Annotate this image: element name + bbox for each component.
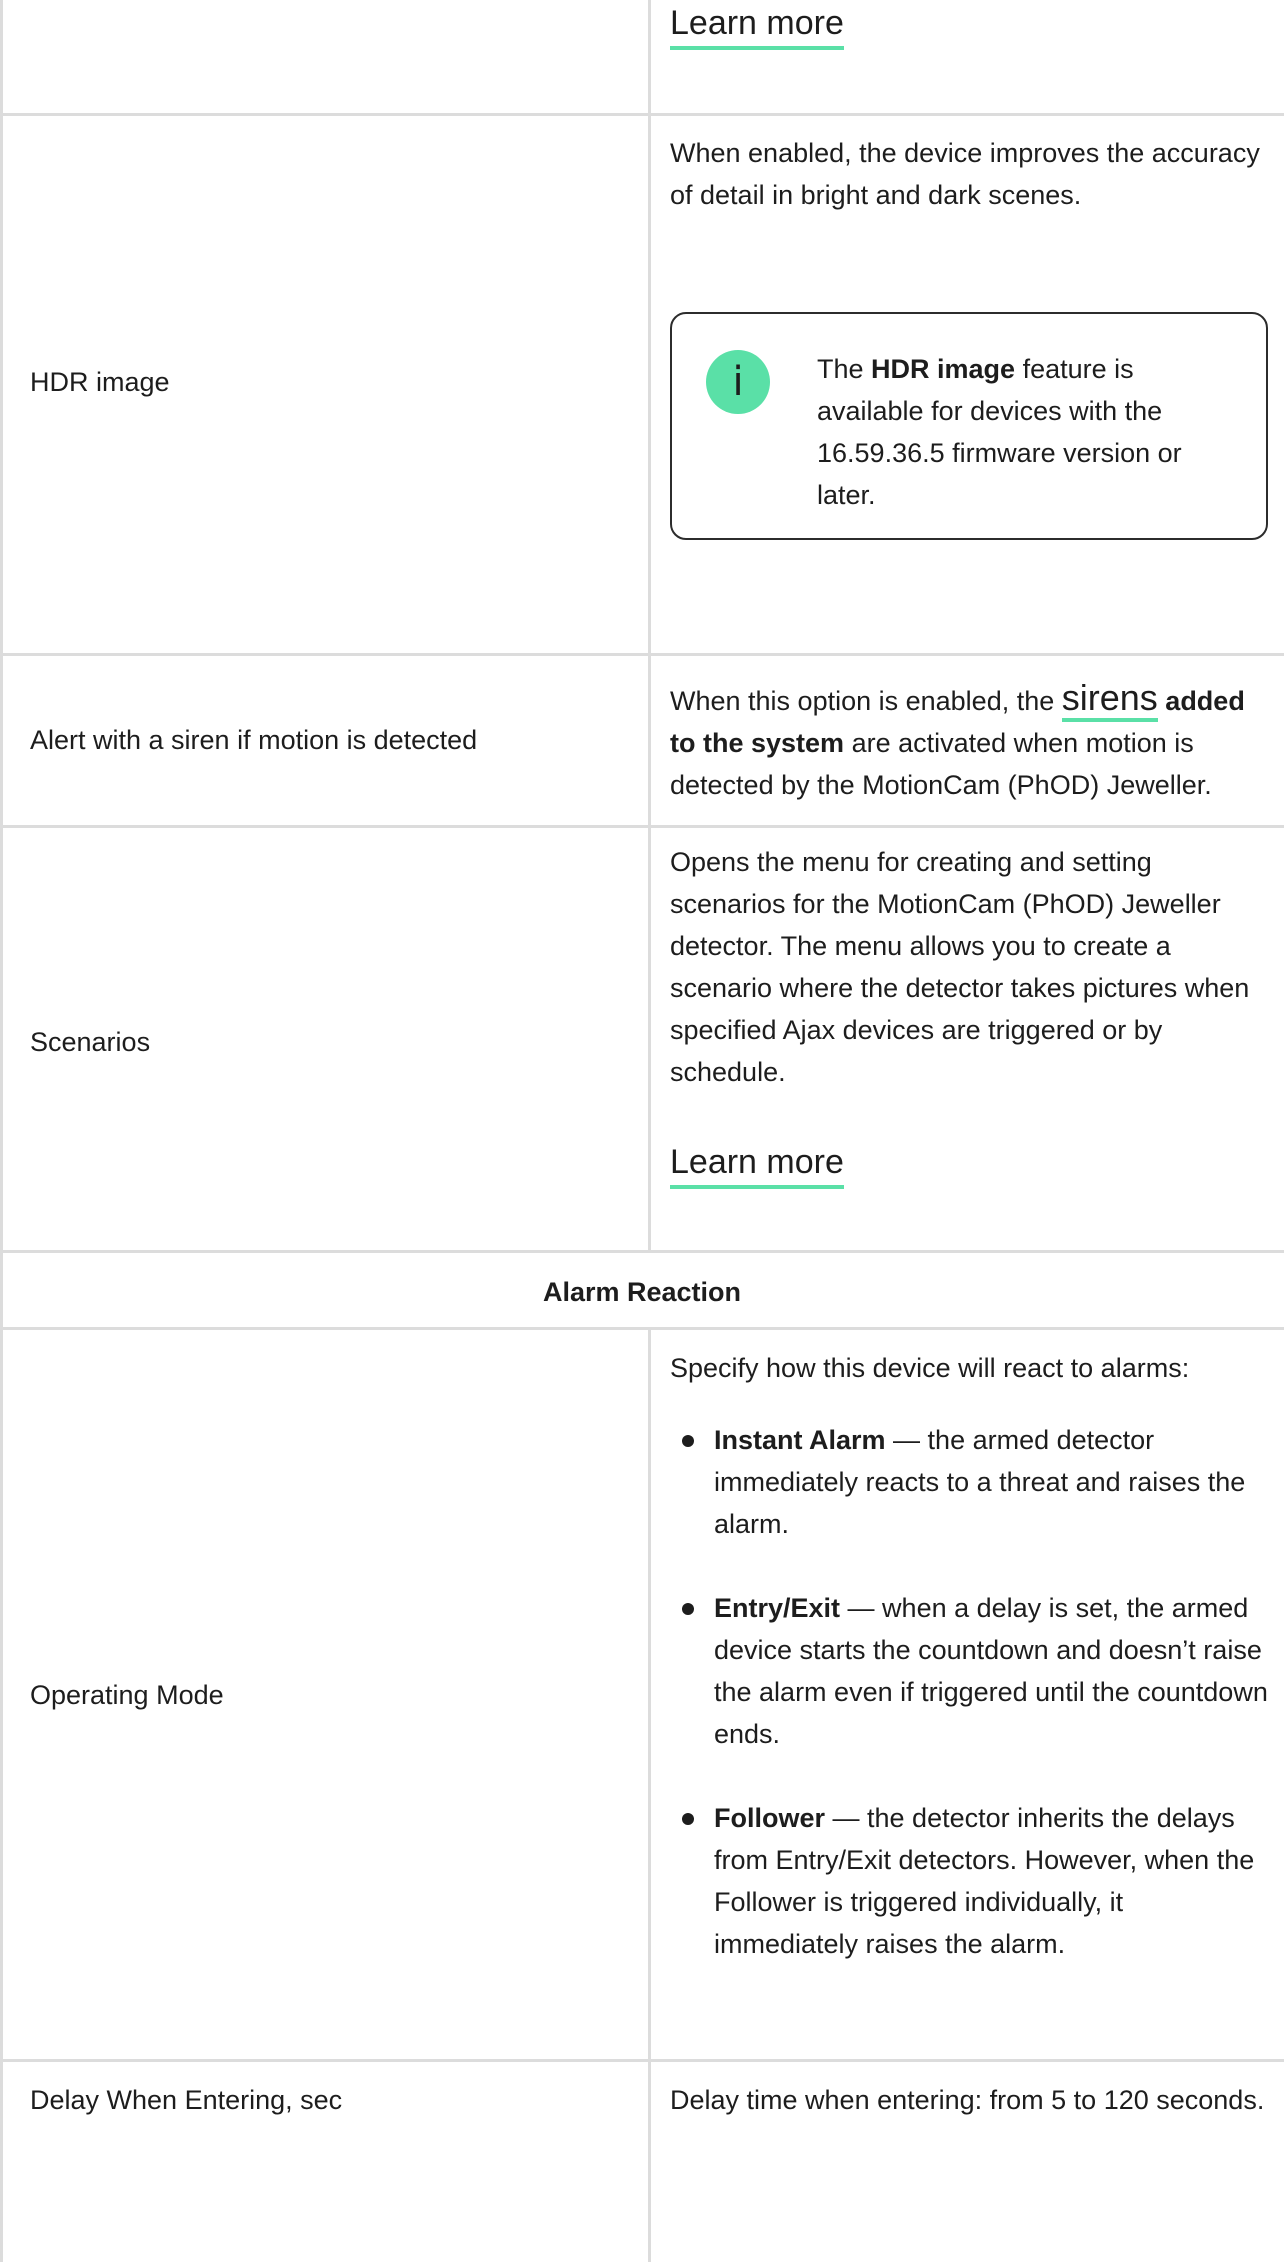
learn-more-link[interactable]: Learn more — [670, 1141, 844, 1189]
info-icon: i — [706, 350, 770, 414]
sirens-link[interactable]: sirens — [1061, 677, 1158, 722]
setting-label: Alert with a siren if motion is detected — [30, 725, 478, 755]
table-row-hdr-image: HDR image When enabled, the device impro… — [0, 116, 1284, 656]
setting-description: Delay time when entering: from 5 to 120 … — [670, 2085, 1265, 2115]
table-row-delay-entering: Delay When Entering, sec Delay time when… — [0, 2062, 1284, 2262]
list-item: Instant Alarm — the armed detector immed… — [670, 1419, 1270, 1545]
list-item: Follower — the detector inherits the del… — [670, 1797, 1270, 1965]
setting-description: When this option is enabled, the sirens … — [670, 677, 1245, 800]
setting-description: Specify how this device will react to al… — [670, 1347, 1270, 1965]
table-row-scenarios: Scenarios Opens the menu for creating an… — [0, 828, 1284, 1253]
info-note: i The HDR image feature is available for… — [670, 312, 1268, 540]
setting-label: Scenarios — [30, 1027, 151, 1057]
operating-mode-intro: Specify how this device will react to al… — [670, 1353, 1190, 1383]
table-row-siren-alert: Alert with a siren if motion is detected… — [0, 656, 1284, 828]
table-row-operating-mode: Operating Mode Specify how this device w… — [0, 1330, 1284, 2062]
setting-description: When enabled, the device improves the ac… — [670, 138, 1260, 210]
setting-label: HDR image — [30, 367, 170, 397]
operating-mode-list: Instant Alarm — the armed detector immed… — [670, 1419, 1270, 1965]
section-header-row: Alarm Reaction — [0, 1253, 1284, 1330]
table-row: Learn more — [0, 0, 1284, 116]
setting-label: Delay When Entering, sec — [30, 2085, 343, 2115]
list-item: Entry/Exit — when a delay is set, the ar… — [670, 1587, 1270, 1755]
setting-label: Operating Mode — [30, 1680, 224, 1710]
learn-more-link[interactable]: Learn more — [670, 2, 844, 50]
info-note-text: The HDR image feature is available for d… — [817, 354, 1182, 510]
setting-description: Opens the menu for creating and setting … — [670, 847, 1250, 1087]
section-title: Alarm Reaction — [542, 1277, 742, 1307]
